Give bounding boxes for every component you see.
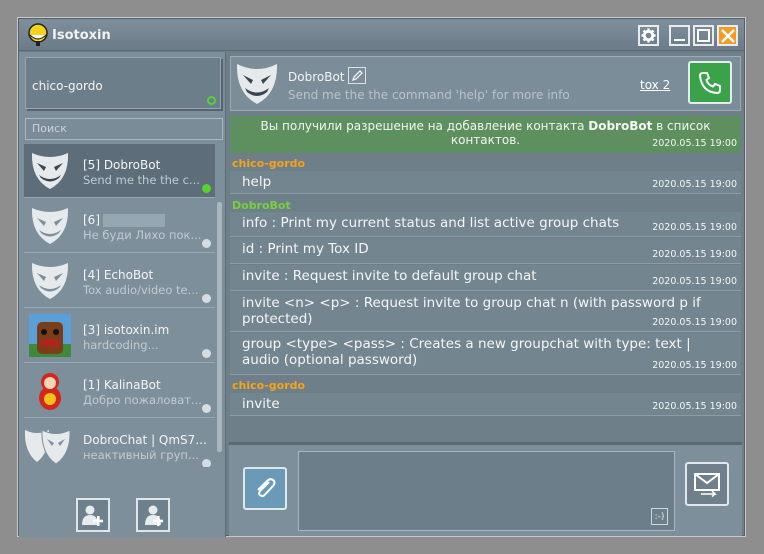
- attach-file-button[interactable]: [243, 467, 287, 510]
- add-group-button[interactable]: [136, 498, 170, 532]
- send-button[interactable]: [685, 462, 729, 506]
- send-envelope-icon: [694, 473, 720, 497]
- message-item: info : Print my current status and list …: [230, 212, 741, 237]
- message-text: invite: [242, 396, 280, 412]
- message-author: chico-gordo: [232, 379, 306, 392]
- contact-name: [3] isotoxin.im: [83, 323, 170, 337]
- message-item: help 2020.05.15 19:00: [230, 171, 741, 194]
- message-timestamp: 2020.05.15 19:00: [652, 222, 737, 233]
- message-text: info : Print my current status and list …: [242, 215, 620, 231]
- offline-indicator: [202, 239, 211, 248]
- message-item: group <type> <pass> : Creates a new grou…: [230, 333, 741, 375]
- contact-added-notice: Вы получили разрешение на добавление кон…: [230, 116, 741, 153]
- contact-status: hardcoding...: [83, 338, 159, 352]
- offline-indicator: [202, 294, 211, 303]
- ghost-mask-icon: [31, 208, 69, 244]
- notice-contact: DobroBot: [588, 119, 653, 133]
- contact-item-kalinabot[interactable]: [1] KalinaBot Добро пожаловат...: [24, 364, 215, 418]
- message-timestamp: 2020.05.15 19:00: [652, 276, 737, 287]
- contact-item-isotoxin-im[interactable]: [3] isotoxin.im hardcoding...: [24, 309, 215, 363]
- message-text: invite <n> <p> : Request invite to group…: [242, 295, 701, 327]
- matryoshka-avatar-icon: [39, 373, 61, 410]
- notice-timestamp: 2020.05.15 19:00: [652, 138, 737, 149]
- ghost-mask-icon: [236, 64, 278, 104]
- contact-item[interactable]: [6] Не буди Лихо пок...: [24, 199, 215, 253]
- message-item: invite 2020.05.15 19:00: [230, 393, 741, 416]
- app-window: Isotoxin chico-gordo Поиск [5] DobroBot …: [17, 17, 746, 537]
- contact-name: DobroChat | QmS7...: [83, 433, 207, 447]
- add-group-icon: [145, 505, 163, 526]
- notice-text-pre: Вы получили разрешение на добавление кон…: [260, 119, 589, 133]
- message-timestamp: 2020.05.15 19:00: [652, 179, 737, 190]
- message-timestamp: 2020.05.15 19:00: [652, 249, 737, 260]
- redacted-name-block: [103, 214, 165, 227]
- contact-list: [5] DobroBot Send me the the c... [6] Не…: [24, 144, 216, 467]
- maximize-button[interactable]: [693, 25, 714, 46]
- add-contact-button[interactable]: [76, 498, 110, 532]
- offline-indicator: [202, 459, 211, 467]
- add-contact-icon: [82, 505, 103, 526]
- message-text: id : Print my Tox ID: [242, 241, 369, 257]
- chat-header: DobroBot Send me the the command 'help' …: [230, 56, 741, 111]
- message-timestamp: 2020.05.15 19:00: [652, 317, 737, 328]
- domo-avatar-icon: [29, 314, 71, 357]
- own-profile[interactable]: chico-gordo: [25, 57, 221, 109]
- maximize-icon: [697, 29, 710, 42]
- message-item: id : Print my Tox ID 2020.05.15 19:00: [230, 238, 741, 264]
- contact-name: [4] EchoBot: [83, 268, 154, 282]
- contact-item-dobrochat[interactable]: DobroChat | QmS7... неактивный груп...: [24, 419, 215, 467]
- settings-button[interactable]: [638, 25, 659, 46]
- own-online-indicator: [207, 96, 216, 105]
- contact-status: Send me the the c...: [83, 173, 200, 187]
- own-name: chico-gordo: [32, 79, 103, 93]
- contact-name: [1] KalinaBot: [83, 378, 161, 392]
- close-icon: [720, 28, 735, 43]
- ghost-mask-icon: [31, 153, 69, 189]
- offline-indicator: [202, 349, 211, 358]
- edit-name-button[interactable]: [348, 67, 366, 84]
- phone-icon: [698, 71, 721, 94]
- title-bar[interactable]: Isotoxin: [19, 19, 744, 51]
- contacts-panel: chico-gordo Поиск [5] DobroBot Send me t…: [19, 52, 226, 537]
- message-input[interactable]: :-): [298, 451, 675, 531]
- close-button[interactable]: [717, 25, 738, 46]
- contact-name: [5] DobroBot: [83, 158, 161, 172]
- call-button[interactable]: [688, 61, 732, 104]
- emoji-button[interactable]: :-): [651, 508, 668, 525]
- group-ghost-mask-icon: [24, 429, 71, 465]
- message-text: help: [242, 174, 272, 190]
- ghost-mask-icon: [31, 263, 69, 299]
- chat-contact-status: Send me the the command 'help' for more …: [288, 88, 570, 102]
- chat-contact-name: DobroBot: [288, 70, 345, 84]
- online-indicator: [202, 184, 211, 193]
- isotoxin-logo-icon: [28, 23, 48, 46]
- minimize-button[interactable]: [669, 25, 690, 46]
- paperclip-icon: [257, 477, 276, 497]
- offline-indicator: [202, 404, 211, 413]
- minimize-icon: [674, 39, 685, 41]
- message-author: DobroBot: [232, 199, 291, 212]
- message-item: invite : Request invite to default group…: [230, 265, 741, 291]
- message-text: group <type> <pass> : Creates a new grou…: [242, 336, 691, 368]
- message-item: invite <n> <p> : Request invite to group…: [230, 292, 741, 332]
- message-author: chico-gordo: [232, 157, 306, 170]
- pencil-icon: [352, 69, 363, 81]
- contact-item-echobot[interactable]: [4] EchoBot Tox audio/video te...: [24, 254, 215, 308]
- gear-icon: [641, 28, 656, 43]
- message-timestamp: 2020.05.15 19:00: [652, 401, 737, 412]
- search-input[interactable]: Поиск: [25, 118, 223, 140]
- contact-status: неактивный груп...: [83, 448, 199, 462]
- contact-item-dobrobot[interactable]: [5] DobroBot Send me the the c...: [24, 144, 215, 198]
- tox-protocol-link[interactable]: tox 2: [640, 78, 670, 92]
- window-title: Isotoxin: [52, 28, 111, 43]
- contact-status: Добро пожаловат...: [83, 393, 202, 407]
- message-text: invite : Request invite to default group…: [242, 268, 537, 284]
- composer: :-): [229, 442, 742, 536]
- contact-status: Не буди Лихо пок...: [83, 228, 202, 242]
- message-timestamp: 2020.05.15 19:00: [652, 360, 737, 371]
- contact-status: Tox audio/video te...: [83, 283, 199, 297]
- contact-list-scrollbar[interactable]: [217, 202, 222, 452]
